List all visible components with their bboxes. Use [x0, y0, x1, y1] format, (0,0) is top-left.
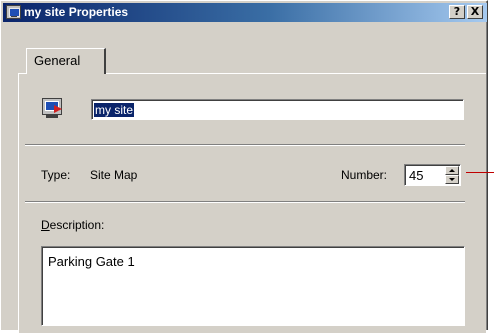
- name-field-value: my site: [94, 103, 135, 117]
- number-value: 45: [409, 168, 424, 183]
- number-label: Number:: [341, 168, 388, 182]
- close-button[interactable]: X: [467, 5, 483, 19]
- type-label: Type:: [41, 168, 71, 182]
- site-map-icon: [6, 5, 21, 19]
- separator: [25, 144, 465, 146]
- title-bar[interactable]: my site Properties ? X: [3, 3, 487, 22]
- arrow-down-icon: [449, 178, 455, 181]
- arrow-up-icon: [449, 169, 455, 172]
- properties-dialog: my site Properties ? X General my site T…: [0, 0, 488, 333]
- description-label: Description:: [41, 218, 105, 232]
- callout-line: [466, 172, 494, 173]
- help-button[interactable]: ?: [449, 5, 465, 19]
- site-map-object-icon: [41, 98, 65, 120]
- type-value: Site Map: [90, 168, 138, 182]
- description-value: Parking Gate 1: [48, 254, 135, 269]
- separator: [25, 201, 465, 203]
- name-field[interactable]: my site: [91, 99, 464, 120]
- spin-up-button[interactable]: [445, 166, 459, 175]
- window-title: my site Properties: [24, 5, 129, 19]
- description-textarea[interactable]: Parking Gate 1: [41, 246, 465, 326]
- number-stepper[interactable]: 45: [404, 164, 461, 186]
- spin-down-button[interactable]: [445, 175, 459, 184]
- tab-general[interactable]: General: [26, 48, 106, 74]
